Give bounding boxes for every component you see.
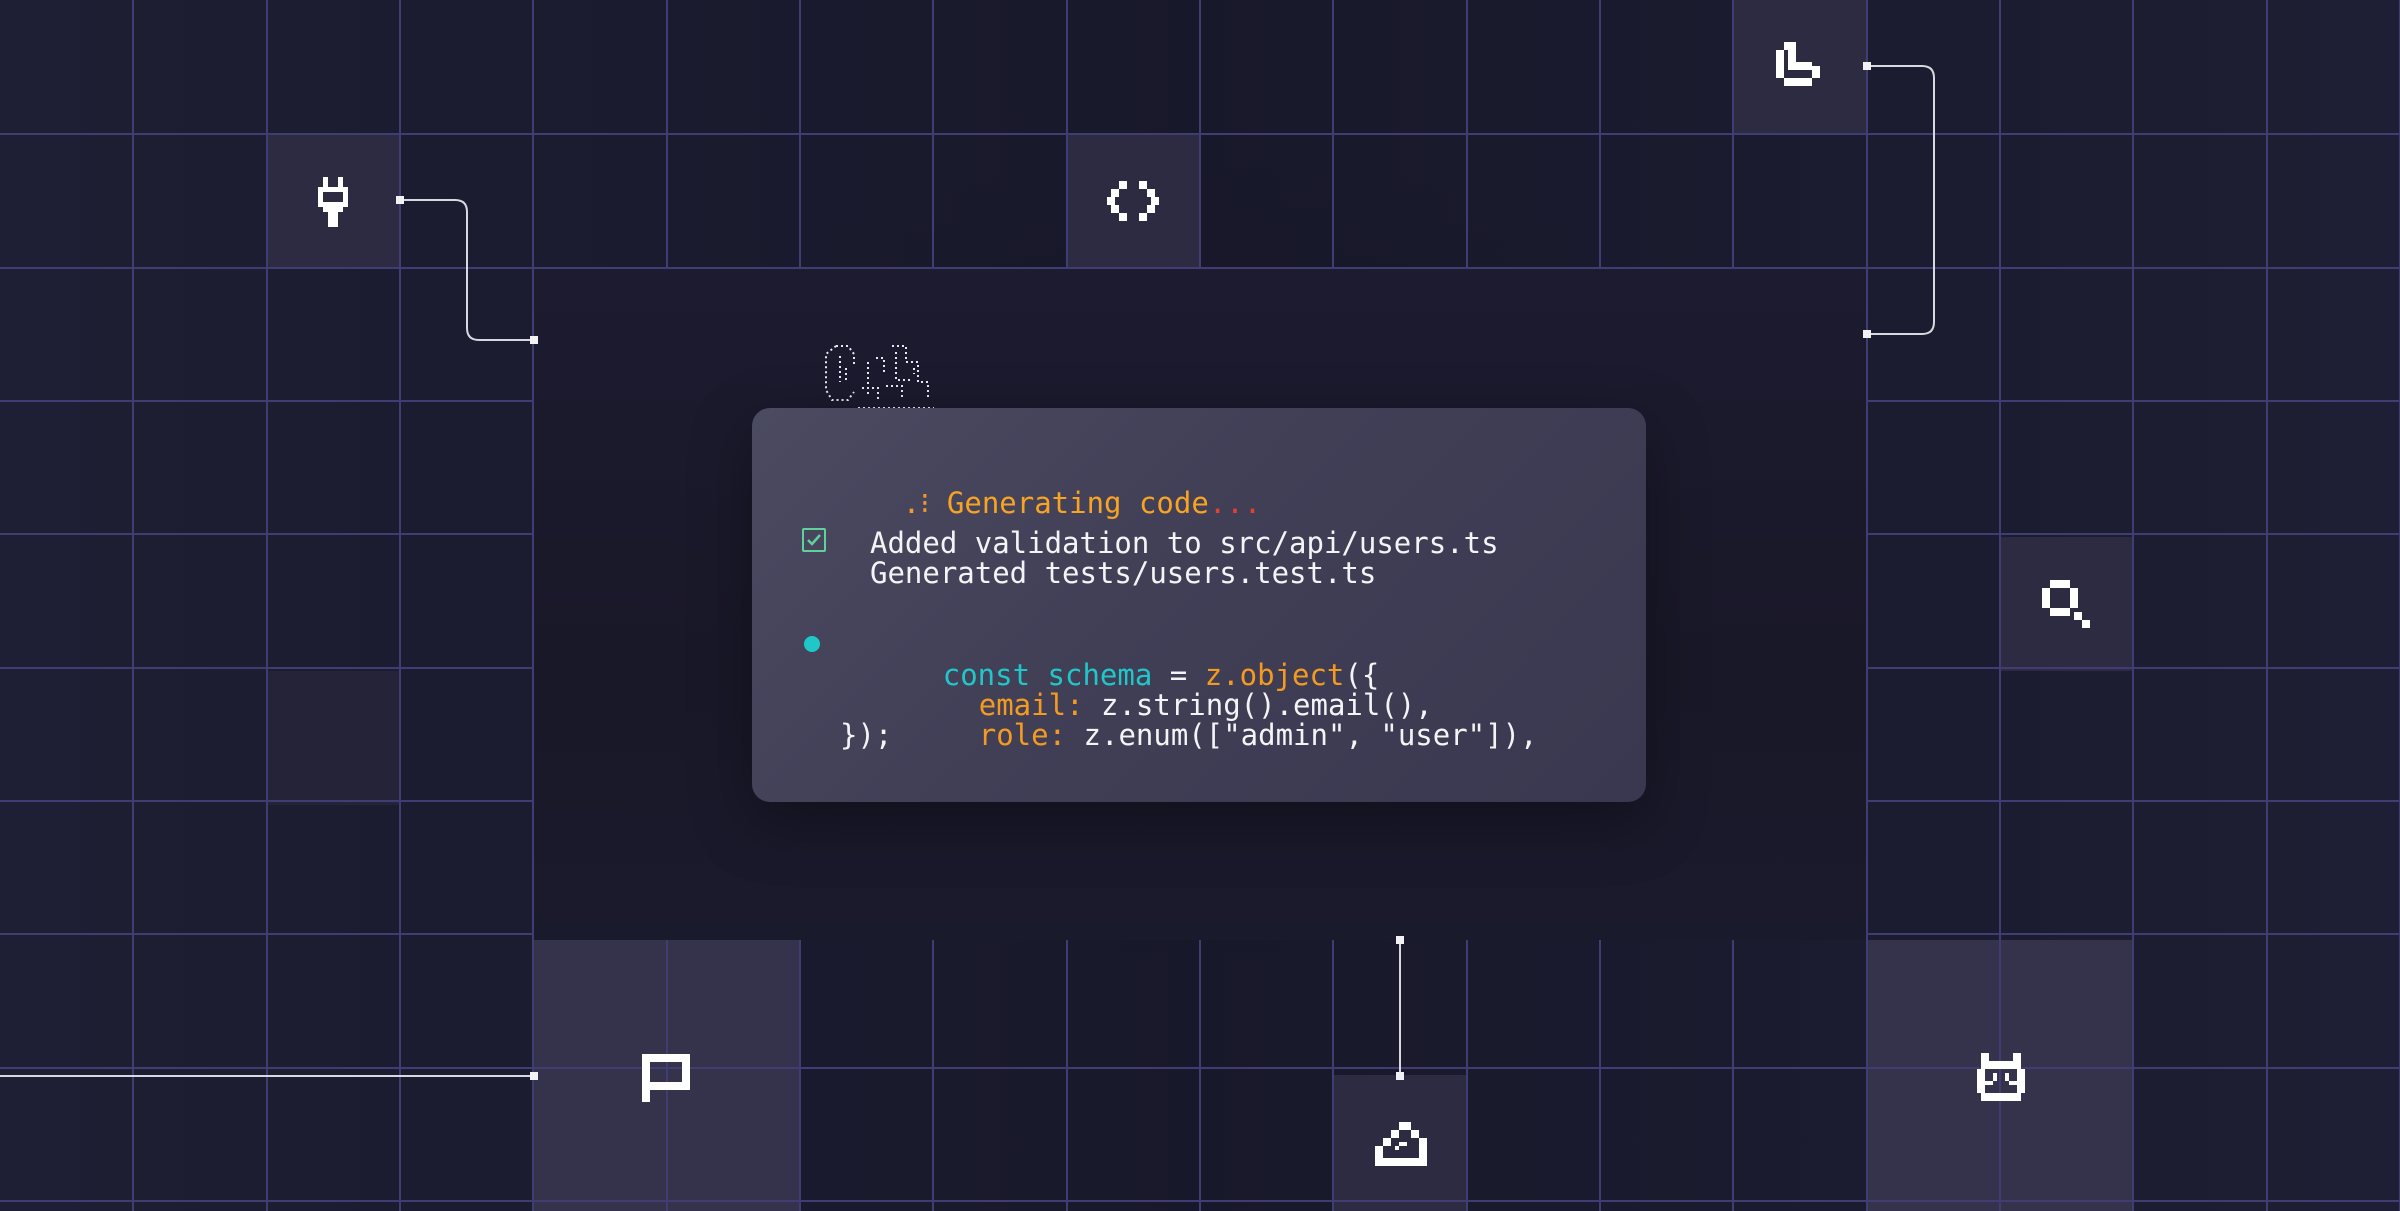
robot-icon: [1977, 1053, 2025, 1101]
plug-icon: [313, 177, 353, 227]
status-ellipsis: ...: [1208, 486, 1262, 520]
code-key-role: role:: [978, 718, 1067, 752]
change-line-2: Generated tests/users.test.ts: [870, 556, 1377, 590]
node-dot: [1863, 62, 1871, 70]
code-value-role: z.enum(["admin", "user"]),: [1083, 718, 1538, 752]
connector-plug: [400, 199, 534, 341]
search-icon: [2042, 580, 2090, 628]
node-dot: [530, 336, 538, 344]
bullet-dot: [804, 636, 820, 652]
status-text: Generating code: [946, 486, 1209, 520]
checkbox-done: [802, 528, 826, 552]
cloud-icon: [1375, 1122, 1427, 1166]
node-dot: [1396, 1072, 1404, 1080]
node-dot: [1396, 936, 1404, 944]
pie-chart-icon: [1776, 42, 1824, 90]
node-dot: [530, 1072, 538, 1080]
node-dot: [1863, 330, 1871, 338]
code-brackets-icon: [1107, 181, 1159, 221]
check-icon: [807, 534, 821, 546]
code-line-3: role: z.enum(["admin", "user"]),: [874, 690, 1538, 780]
node-dot: [396, 196, 404, 204]
flag-icon: [642, 1054, 690, 1102]
claude-mascot-icon: [818, 342, 936, 410]
change-line-1: Added validation to src/api/users.ts: [870, 526, 1499, 560]
connector-pie: [1867, 65, 1935, 335]
hero-illustration: .⁝ Generating code... Added validation t…: [0, 0, 2400, 1211]
terminal-card: .⁝ Generating code... Added validation t…: [752, 408, 1646, 802]
status-spinner: .⁝: [902, 486, 930, 520]
code-line-4: });: [840, 718, 893, 752]
